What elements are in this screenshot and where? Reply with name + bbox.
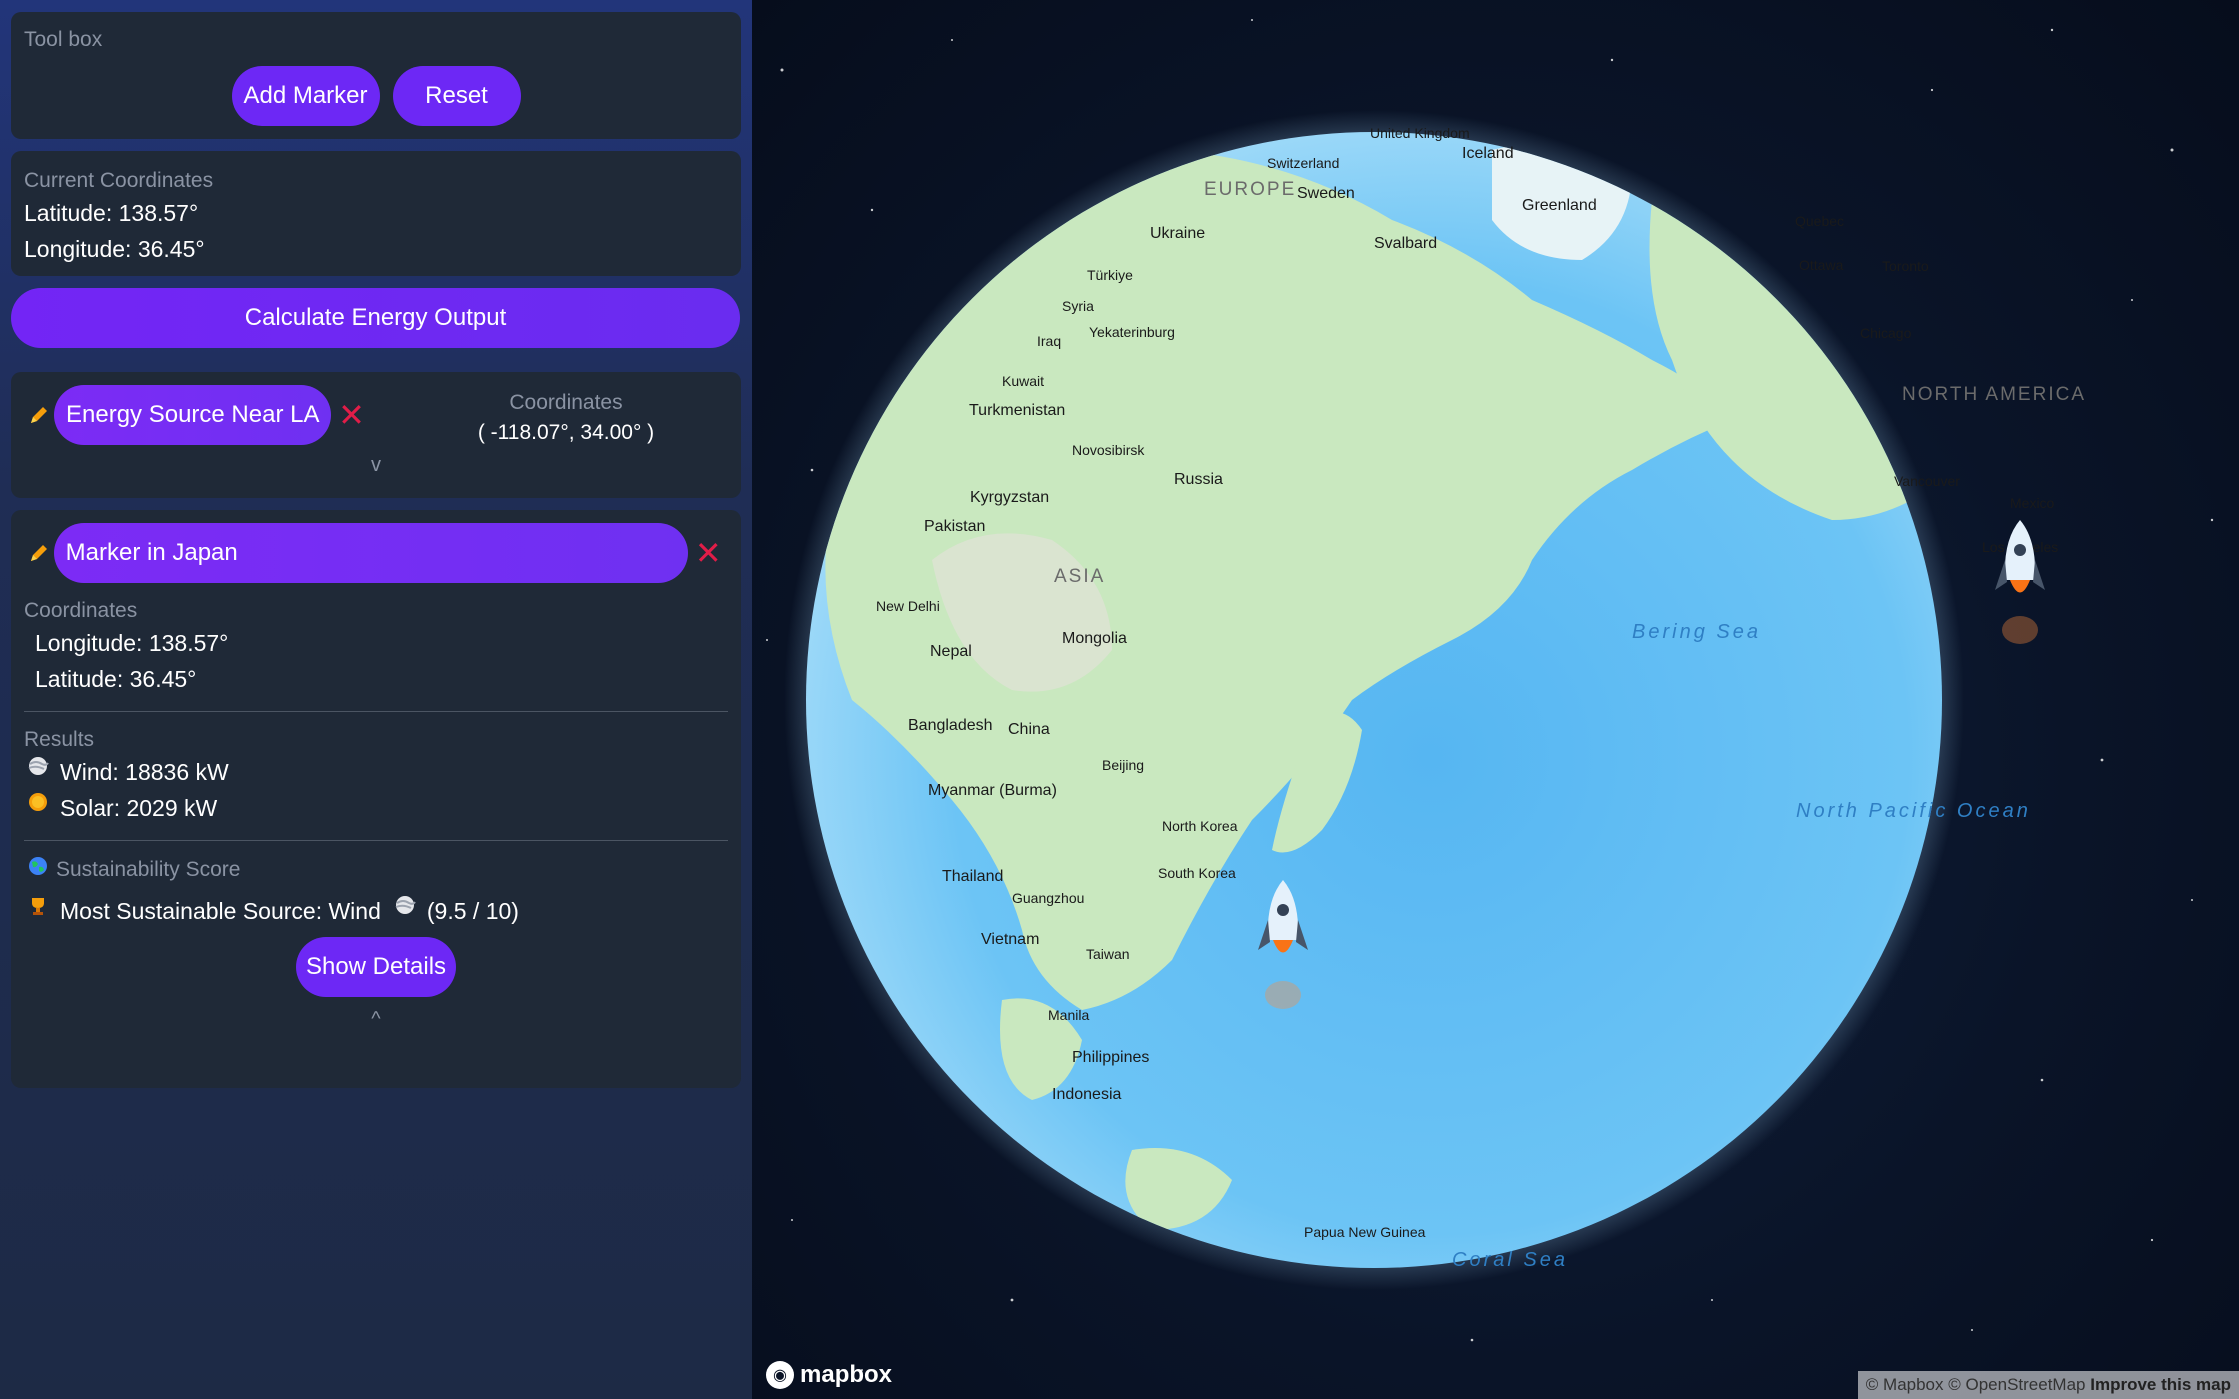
map-attribution: © Mapbox © OpenStreetMap Improve this ma… bbox=[1857, 1371, 2239, 1399]
svg-text:Syria: Syria bbox=[1062, 298, 1094, 314]
marker-name-pill[interactable]: Marker in Japan bbox=[53, 523, 689, 583]
solar-value: Solar: 2029 kW bbox=[60, 795, 218, 821]
svg-text:Ukraine: Ukraine bbox=[1150, 225, 1205, 242]
svg-text:Iraq: Iraq bbox=[1037, 333, 1061, 349]
svg-text:Türkiye: Türkiye bbox=[1087, 267, 1133, 283]
svg-text:NORTH AMERICA: NORTH AMERICA bbox=[1902, 384, 2086, 405]
map-view[interactable]: United Kingdom Switzerland Iceland EUROP… bbox=[752, 0, 2239, 1399]
svg-text:North Korea: North Korea bbox=[1162, 818, 1238, 834]
mapbox-icon: ◉ bbox=[766, 1361, 794, 1389]
svg-text:Svalbard: Svalbard bbox=[1374, 235, 1437, 252]
svg-text:Philippines: Philippines bbox=[1072, 1049, 1149, 1066]
marker-coordinates: Coordinates ( -118.07°, 34.00° ) bbox=[431, 388, 701, 448]
sustainability-heading: Sustainability Score bbox=[24, 855, 728, 885]
divider bbox=[24, 711, 728, 712]
toolbox-title: Tool box bbox=[24, 28, 103, 51]
svg-text:Novosibirsk: Novosibirsk bbox=[1072, 442, 1145, 458]
toolbox-panel: Tool box Add Marker Reset bbox=[11, 12, 741, 139]
svg-text:Switzerland: Switzerland bbox=[1267, 155, 1339, 171]
svg-text:Yekaterinburg: Yekaterinburg bbox=[1089, 324, 1175, 340]
globe-map[interactable]: United Kingdom Switzerland Iceland EUROP… bbox=[752, 0, 2239, 1399]
marker-latitude: Latitude: 36.45° bbox=[35, 666, 197, 692]
sustainability-title: Sustainability Score bbox=[56, 858, 241, 881]
svg-text:United Kingdom: United Kingdom bbox=[1370, 125, 1470, 141]
expand-toggle[interactable]: v bbox=[24, 455, 728, 475]
svg-text:Myanmar (Burma): Myanmar (Burma) bbox=[928, 782, 1057, 799]
attribution-text[interactable]: © Mapbox © OpenStreetMap bbox=[1866, 1375, 2086, 1394]
current-coordinates-panel: Current Coordinates Latitude: 138.57° Lo… bbox=[11, 151, 741, 276]
svg-text:Ottawa: Ottawa bbox=[1799, 257, 1844, 273]
collapse-toggle[interactable]: ^ bbox=[24, 1009, 728, 1029]
svg-text:Mexico: Mexico bbox=[2010, 495, 2055, 511]
solar-result: Solar: 2029 kW bbox=[24, 790, 728, 826]
wind-value: Wind: 18836 kW bbox=[60, 759, 229, 785]
svg-text:Greenland: Greenland bbox=[1522, 197, 1597, 214]
pencil-icon[interactable] bbox=[24, 538, 54, 568]
current-longitude: Longitude: 36.45° bbox=[24, 236, 205, 262]
marker-card-la: Energy Source Near LA ✕ Coordinates ( -1… bbox=[11, 372, 741, 498]
reset-button[interactable]: Reset bbox=[392, 66, 521, 126]
current-latitude: Latitude: 138.57° bbox=[24, 200, 199, 226]
svg-text:Guangzhou: Guangzhou bbox=[1012, 890, 1084, 906]
svg-text:New Delhi: New Delhi bbox=[876, 598, 940, 614]
coordinates-label: Coordinates bbox=[24, 599, 138, 622]
divider bbox=[24, 840, 728, 841]
add-marker-button[interactable]: Add Marker bbox=[231, 66, 380, 126]
sidebar: Tool box Add Marker Reset Current Coordi… bbox=[0, 0, 752, 1399]
marker-name-pill[interactable]: Energy Source Near LA bbox=[54, 385, 332, 445]
globe-icon bbox=[24, 855, 52, 885]
pencil-icon[interactable] bbox=[24, 400, 54, 430]
svg-text:ASIA: ASIA bbox=[1054, 566, 1105, 587]
svg-text:China: China bbox=[1008, 721, 1050, 738]
svg-text:Mongolia: Mongolia bbox=[1062, 630, 1127, 647]
wind-result: Wind: 18836 kW bbox=[24, 754, 728, 790]
svg-text:Chicago: Chicago bbox=[1860, 325, 1912, 341]
svg-text:Kuwait: Kuwait bbox=[1002, 373, 1044, 389]
svg-text:Pakistan: Pakistan bbox=[924, 518, 985, 535]
wind-icon bbox=[24, 754, 52, 790]
current-coordinates-title: Current Coordinates bbox=[24, 169, 214, 192]
marker-longitude: Longitude: 138.57° bbox=[35, 630, 229, 656]
svg-text:North Pacific Ocean: North Pacific Ocean bbox=[1796, 800, 2031, 822]
svg-text:Iceland: Iceland bbox=[1462, 145, 1514, 162]
svg-text:Indonesia: Indonesia bbox=[1052, 1086, 1121, 1103]
svg-text:Manila: Manila bbox=[1048, 1007, 1089, 1023]
svg-text:Bangladesh: Bangladesh bbox=[908, 717, 993, 734]
svg-text:Turkmenistan: Turkmenistan bbox=[969, 402, 1065, 419]
svg-text:Beijing: Beijing bbox=[1102, 757, 1144, 773]
svg-text:Nepal: Nepal bbox=[930, 643, 972, 660]
svg-text:Coral Sea: Coral Sea bbox=[1452, 1249, 1568, 1271]
svg-text:Vietnam: Vietnam bbox=[981, 931, 1039, 948]
most-sustainable-line: Most Sustainable Source: Wind (9.5 / 10) bbox=[24, 893, 728, 929]
svg-text:Quebec: Quebec bbox=[1795, 213, 1844, 229]
sustainability-score: (9.5 / 10) bbox=[426, 898, 519, 924]
trophy-icon bbox=[24, 893, 52, 929]
svg-text:Vancouver: Vancouver bbox=[1894, 473, 1960, 489]
svg-text:Bering Sea: Bering Sea bbox=[1632, 621, 1761, 643]
svg-text:Kyrgyzstan: Kyrgyzstan bbox=[970, 489, 1049, 506]
wind-icon bbox=[391, 893, 419, 929]
coordinates-value: ( -118.07°, 34.00° ) bbox=[477, 421, 655, 444]
show-details-button[interactable]: Show Details bbox=[296, 937, 456, 997]
calculate-energy-button[interactable]: Calculate Energy Output bbox=[11, 288, 740, 348]
improve-map-link[interactable]: Improve this map bbox=[2090, 1375, 2231, 1394]
coordinates-label: Coordinates bbox=[509, 391, 623, 414]
svg-text:Thailand: Thailand bbox=[942, 868, 1003, 885]
close-icon[interactable]: ✕ bbox=[331, 399, 371, 431]
svg-text:Russia: Russia bbox=[1174, 471, 1223, 488]
marker-card-japan: Marker in Japan ✕ Coordinates Longitude:… bbox=[11, 510, 741, 1088]
svg-text:Taiwan: Taiwan bbox=[1086, 946, 1130, 962]
svg-text:Papua New Guinea: Papua New Guinea bbox=[1304, 1224, 1426, 1240]
svg-text:Sweden: Sweden bbox=[1297, 185, 1355, 202]
svg-text:Toronto: Toronto bbox=[1882, 258, 1929, 274]
svg-text:South Korea: South Korea bbox=[1158, 865, 1236, 881]
close-icon[interactable]: ✕ bbox=[688, 537, 728, 569]
mapbox-logo[interactable]: ◉ mapbox bbox=[766, 1361, 892, 1389]
results-title: Results bbox=[24, 728, 95, 751]
svg-text:EUROPE: EUROPE bbox=[1204, 179, 1296, 200]
most-sustainable-text: Most Sustainable Source: Wind bbox=[60, 898, 381, 924]
mapbox-logo-text: mapbox bbox=[800, 1361, 893, 1388]
sun-icon bbox=[24, 790, 52, 826]
